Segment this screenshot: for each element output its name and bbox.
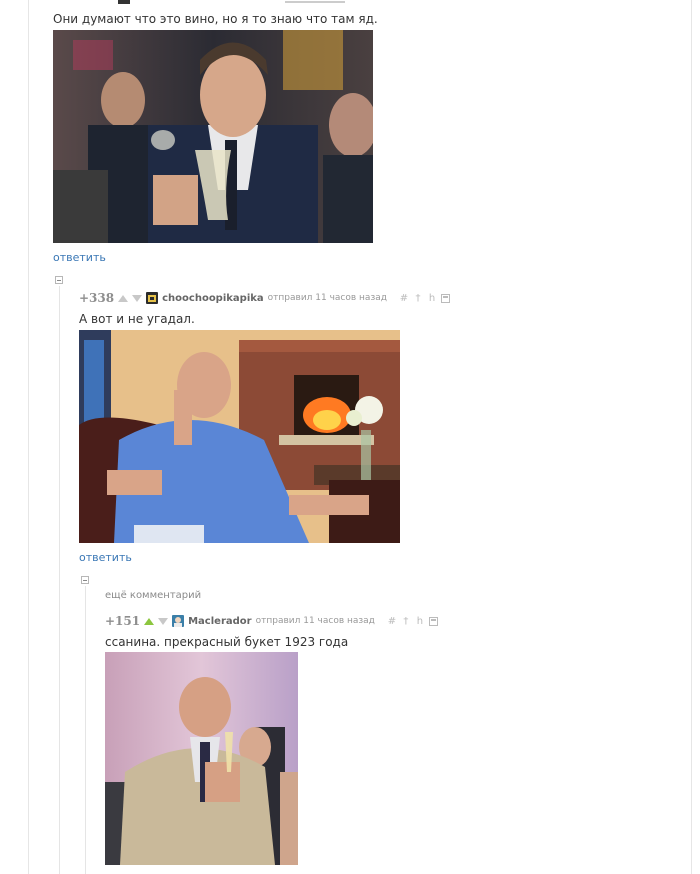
comment-header: +338 choochoopikapika отправил 11 часов … [79, 291, 450, 305]
user-avatar[interactable] [146, 292, 159, 304]
photo-man-with-glass [105, 652, 298, 865]
photo-man-sniffing-wine [53, 30, 373, 243]
photo-man-in-armchair [79, 330, 400, 543]
posted-time: отправил 11 часов назад [267, 293, 387, 303]
permalink-icon[interactable]: # [399, 293, 409, 304]
comment-image-fireplace[interactable] [79, 330, 400, 543]
reply-link[interactable]: ответить [79, 551, 132, 564]
parent-link-icon[interactable]: † [413, 293, 423, 304]
comment-image-wine-tasting[interactable] [53, 30, 373, 243]
username-link[interactable]: Maclerador [188, 616, 251, 627]
posted-time: отправил 11 часов назад [255, 616, 375, 626]
comment-text: Они думают что это вино, но я то знаю чт… [53, 12, 378, 26]
hide-icon[interactable]: h [427, 293, 437, 304]
upvote-icon[interactable] [144, 617, 155, 625]
save-icon[interactable] [428, 616, 438, 626]
parent-link-icon[interactable]: † [401, 616, 411, 627]
thread-line [85, 586, 86, 874]
previous-comment-header-cut [110, 0, 410, 4]
comment-rating: +151 [105, 614, 141, 628]
upvote-icon[interactable] [118, 294, 129, 302]
save-icon[interactable] [440, 293, 450, 303]
previous-avatar-fragment [118, 0, 130, 4]
more-comments-link[interactable]: ещё комментарий [105, 590, 201, 601]
downvote-icon[interactable] [132, 294, 143, 302]
comment-text: А вот и не угадал. [79, 312, 195, 326]
comment-rating: +338 [79, 291, 115, 305]
page-border-left [28, 0, 29, 874]
collapse-thread-button[interactable] [81, 576, 89, 584]
permalink-icon[interactable]: # [387, 616, 397, 627]
page-border-right [691, 0, 692, 874]
username-link[interactable]: choochoopikapika [162, 293, 264, 304]
previous-meta-fragment [285, 1, 345, 3]
comment-header: +151 Maclerador отправил 11 часов назад … [105, 614, 438, 628]
user-avatar[interactable] [172, 615, 185, 627]
thread-line [59, 286, 60, 874]
collapse-thread-button[interactable] [55, 276, 63, 284]
reply-link[interactable]: ответить [53, 251, 106, 264]
hide-icon[interactable]: h [415, 616, 425, 627]
comment-text: ссанина. прекрасный букет 1923 года [105, 635, 349, 649]
downvote-icon[interactable] [158, 617, 169, 625]
comment-image-champagne[interactable] [105, 652, 298, 865]
